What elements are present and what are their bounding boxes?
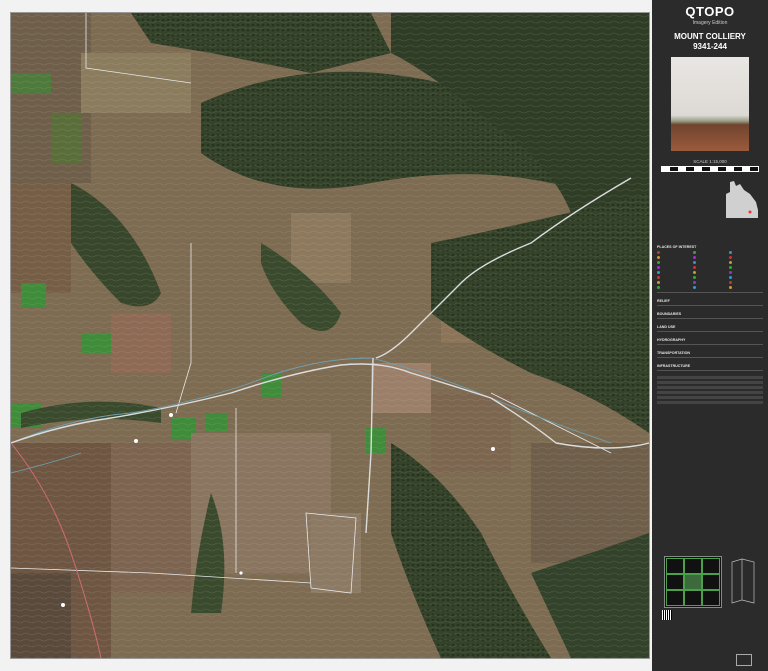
legend-symbol	[657, 255, 691, 259]
legend-symbol	[729, 255, 763, 259]
legend-panel: QTOPO Imagery Edition MOUNT COLLIERY 934…	[652, 0, 768, 671]
legend-section-land-use: LAND USE	[657, 325, 676, 329]
map-name: MOUNT COLLIERY	[674, 32, 746, 41]
legend-divider	[657, 344, 763, 348]
legend-section-hydrography: HYDROGRAPHY	[657, 338, 686, 342]
legend-divider	[657, 292, 763, 296]
legend-symbol	[657, 250, 691, 254]
index-cell	[702, 558, 720, 574]
legend-symbol	[729, 265, 763, 269]
index-cell-current	[684, 574, 702, 590]
imagery-map[interactable]	[10, 12, 650, 659]
legend-symbol	[729, 275, 763, 279]
index-cell	[684, 590, 702, 606]
legend-symbol	[729, 270, 763, 274]
cover-photo	[671, 57, 749, 151]
legend-divider	[657, 305, 763, 309]
legend-divider	[657, 357, 763, 361]
legend-symbol	[693, 255, 727, 259]
legend-divider	[657, 370, 763, 374]
legend-symbol	[657, 265, 691, 269]
legend-symbol	[693, 270, 727, 274]
legend-symbol	[657, 285, 691, 289]
index-cell	[702, 590, 720, 606]
map-sheet: QTOPO Imagery Edition MOUNT COLLIERY 934…	[0, 0, 768, 671]
qr-code-icon	[662, 610, 672, 620]
legend-symbol	[729, 250, 763, 254]
scale-label: SCALE 1:15,000	[693, 159, 727, 164]
panel-title: QTOPO	[685, 4, 735, 19]
legend-section-boundaries: BOUNDARIES	[657, 312, 682, 316]
legend-symbol	[657, 270, 691, 274]
legend-symbol	[657, 280, 691, 284]
folding-diagram-icon	[731, 558, 755, 604]
legend-symbol	[693, 285, 727, 289]
index-cell	[666, 574, 684, 590]
legend-symbol	[729, 280, 763, 284]
index-cell	[684, 558, 702, 574]
legend-symbol	[729, 285, 763, 289]
adjoining-sheets-index	[664, 556, 722, 608]
legend-symbol	[693, 275, 727, 279]
government-logo-icon	[736, 654, 752, 666]
legend-symbol	[693, 265, 727, 269]
legend-symbol-grid	[652, 249, 768, 290]
legend-divider	[657, 331, 763, 335]
notes-text-placeholder	[652, 376, 768, 404]
legend-section-infrastructure: INFRASTRUCTURE	[657, 364, 691, 368]
legend-symbol	[729, 260, 763, 264]
index-cell	[702, 574, 720, 590]
map-canvas	[11, 13, 649, 658]
legend-section-transportation: TRANSPORTATION	[657, 351, 691, 355]
legend-section-relief: RELIEF	[657, 299, 670, 303]
queensland-locator-icon	[726, 181, 758, 218]
legend-symbol	[693, 260, 727, 264]
panel-subtitle: Imagery Edition	[692, 20, 728, 26]
index-cell	[666, 558, 684, 574]
legend-symbol	[657, 260, 691, 264]
legend-divider	[657, 318, 763, 322]
contour-overlay	[11, 13, 649, 658]
map-code: 9341-244	[693, 42, 727, 51]
legend-symbol	[657, 275, 691, 279]
legend-symbol	[693, 250, 727, 254]
legend-symbol	[693, 280, 727, 284]
index-cell	[666, 590, 684, 606]
